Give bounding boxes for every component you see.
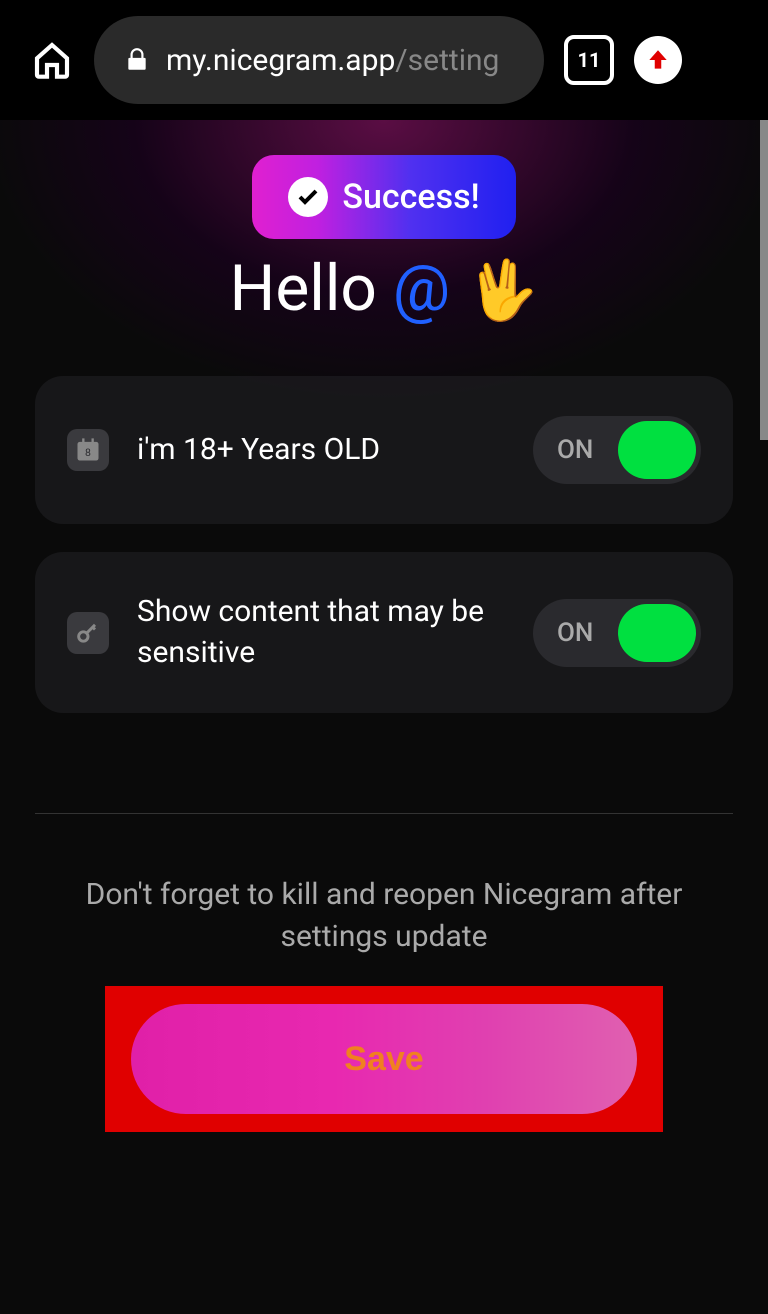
save-highlight: Save [105,986,663,1132]
toggle-age[interactable]: ON [533,416,701,484]
save-button[interactable]: Save [131,1004,637,1114]
calendar-icon: 8 [67,429,109,471]
setting-age: 8 i'm 18+ Years OLD ON [35,376,733,524]
reminder-text: Don't forget to kill and reopen Nicegram… [0,874,768,958]
svg-text:8: 8 [85,446,91,459]
setting-sensitive: Show content that may be sensitive ON [35,552,733,713]
toggle-knob [618,421,696,479]
lock-icon [124,47,150,73]
success-label: Success! [342,177,479,217]
setting-age-label: i'm 18+ Years OLD [137,430,505,471]
toggle-state: ON [557,435,593,465]
arrow-up-icon [645,47,671,73]
toggle-state: ON [557,618,593,648]
setting-sensitive-label: Show content that may be sensitive [137,592,505,673]
tabs-button[interactable]: 11 [564,35,614,85]
divider [35,813,733,814]
check-icon [288,177,328,217]
hand-emoji: 🖖 [466,257,538,325]
greeting: Hello @ 🖖 [0,251,768,326]
url-text: my.nicegram.app/setting [166,43,499,78]
key-icon [67,612,109,654]
page-content: Success! Hello @ 🖖 8 i'm 18+ Years OLD O… [0,120,768,1314]
browser-toolbar: my.nicegram.app/setting 11 [0,0,768,120]
home-icon [32,40,72,80]
tab-count: 11 [578,48,601,72]
url-bar[interactable]: my.nicegram.app/setting [94,16,544,104]
success-toast: Success! [252,155,515,239]
toggle-knob [618,604,696,662]
home-button[interactable] [30,38,74,82]
menu-button[interactable] [634,36,682,84]
toggle-sensitive[interactable]: ON [533,599,701,667]
